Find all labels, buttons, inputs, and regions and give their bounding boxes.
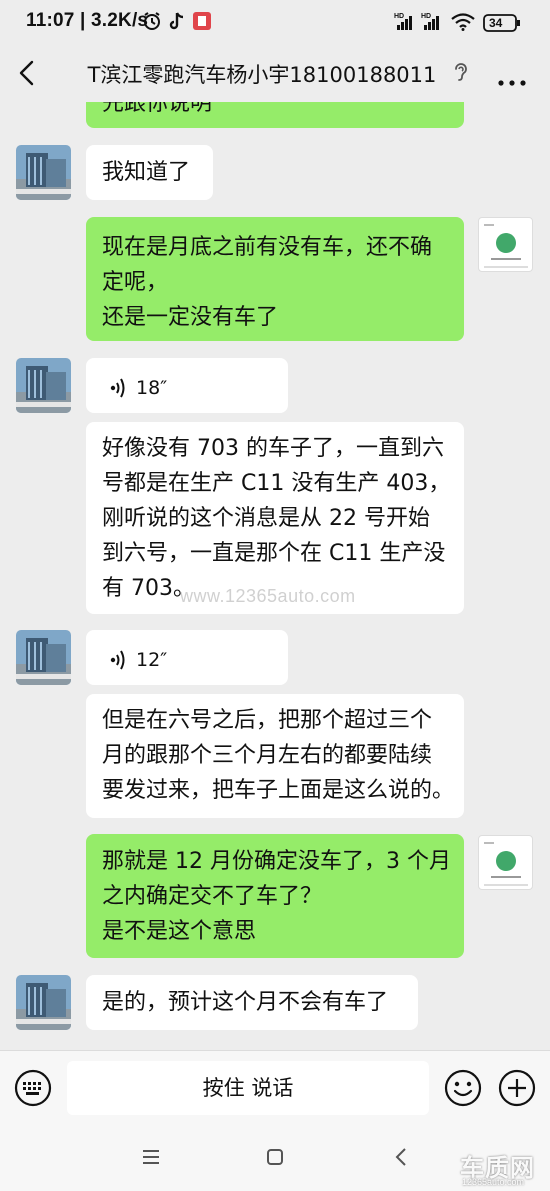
message-text-line: 号都是在生产 C11 没有生产 403， xyxy=(102,471,451,496)
message-text-line: 之内确定交不了车了？ xyxy=(102,884,323,909)
voice-message-bubble[interactable]: 18″ xyxy=(86,358,288,413)
wifi-icon xyxy=(451,13,475,35)
message-text: 是的，预计这个月不会有车了 xyxy=(102,990,389,1015)
self-avatar[interactable] xyxy=(478,835,533,890)
contact-avatar[interactable] xyxy=(16,630,71,685)
message-text-line: 到六号，一直是那个在 C11 生产没 xyxy=(102,541,446,566)
keyboard-toggle-icon[interactable] xyxy=(14,1069,52,1111)
signal-icon-1 xyxy=(396,13,414,35)
message-bubble-outgoing[interactable]: 现在是月底之前有没有车，还不确 定呢， 还是一定没有车了 xyxy=(86,217,464,341)
self-avatar[interactable] xyxy=(478,217,533,272)
status-time-speed: 11:07 | 3.2K/s xyxy=(26,10,149,31)
voice-play-icon xyxy=(110,375,128,410)
message-text-line: 那就是 12 月份确定没车了，3 个月 xyxy=(102,849,451,874)
watermark-text: www.12365auto.com xyxy=(180,586,356,606)
status-bar: 11:07 | 3.2K/s HD HD 34 xyxy=(0,0,550,44)
message-text-line: 现在是月底之前有没有车，还不确 xyxy=(102,235,433,260)
emoji-icon[interactable] xyxy=(444,1069,482,1111)
message-text-line: 但是在六号之后，把那个超过三个 xyxy=(102,708,433,733)
message-text-line: 定呢， xyxy=(102,270,169,295)
add-more-icon[interactable] xyxy=(498,1069,536,1111)
message-bubble-outgoing[interactable]: 先跟你说明 xyxy=(86,102,464,128)
message-text-line: 还是一定没有车了 xyxy=(102,305,279,330)
message-text-line: 要发过来，把车子上面是这么说的。 xyxy=(102,778,455,803)
message-text: 我知道了 xyxy=(102,160,191,185)
input-bar: 按住 说话 xyxy=(0,1050,550,1126)
chat-header: T滨江零跑汽车杨小宇18100188011 xyxy=(0,44,550,102)
message-text-line: 是不是这个意思 xyxy=(102,919,257,944)
signal-icon-2 xyxy=(423,13,441,35)
contact-avatar[interactable] xyxy=(16,975,71,1030)
app-notification-icon xyxy=(193,12,211,34)
earpiece-mode-icon xyxy=(452,61,470,87)
battery-level: 34 xyxy=(489,16,503,30)
message-text: 先跟你说明 xyxy=(102,102,213,116)
chat-message-list[interactable]: 先跟你说明 我知道了 现在是月底之前有没有车，还不确 定呢， 还是一定没有车了 … xyxy=(0,102,550,1050)
back-nav-icon[interactable] xyxy=(393,1148,409,1170)
home-nav-icon[interactable] xyxy=(266,1148,284,1170)
alarm-icon xyxy=(142,11,162,35)
menu-nav-icon[interactable] xyxy=(142,1148,160,1170)
message-bubble-outgoing[interactable]: 那就是 12 月份确定没车了，3 个月 之内确定交不了车了？ 是不是这个意思 xyxy=(86,834,464,958)
voice-duration: 12″ xyxy=(136,649,168,671)
voice-message-bubble[interactable]: 12″ xyxy=(86,630,288,685)
voice-play-icon xyxy=(110,647,128,682)
tiktok-icon xyxy=(168,11,186,35)
contact-avatar[interactable] xyxy=(16,145,71,200)
site-logo-watermark: 车质网 12365auto.com xyxy=(456,1148,548,1190)
hold-to-talk-button[interactable]: 按住 说话 xyxy=(67,1061,429,1115)
message-text-line: 好像没有 703 的车子了，一直到六 xyxy=(102,436,444,461)
voice-duration: 18″ xyxy=(136,377,168,399)
back-button[interactable] xyxy=(14,58,40,92)
message-bubble-incoming[interactable]: 是的，预计这个月不会有车了 xyxy=(86,975,418,1030)
logo-url: 12365auto.com xyxy=(462,1177,525,1187)
message-bubble-incoming[interactable]: 我知道了 xyxy=(86,145,213,200)
message-text-line: 刚听说的这个消息是从 22 号开始 xyxy=(102,506,430,531)
chat-title: T滨江零跑汽车杨小宇18100188011 xyxy=(87,63,437,87)
more-options-button[interactable] xyxy=(498,71,526,90)
message-text-line: 月的跟那个三个月左右的都要陆续 xyxy=(102,743,433,768)
contact-avatar[interactable] xyxy=(16,358,71,413)
message-bubble-incoming[interactable]: 但是在六号之后，把那个超过三个 月的跟那个三个月左右的都要陆续 要发过来，把车子… xyxy=(86,694,464,818)
